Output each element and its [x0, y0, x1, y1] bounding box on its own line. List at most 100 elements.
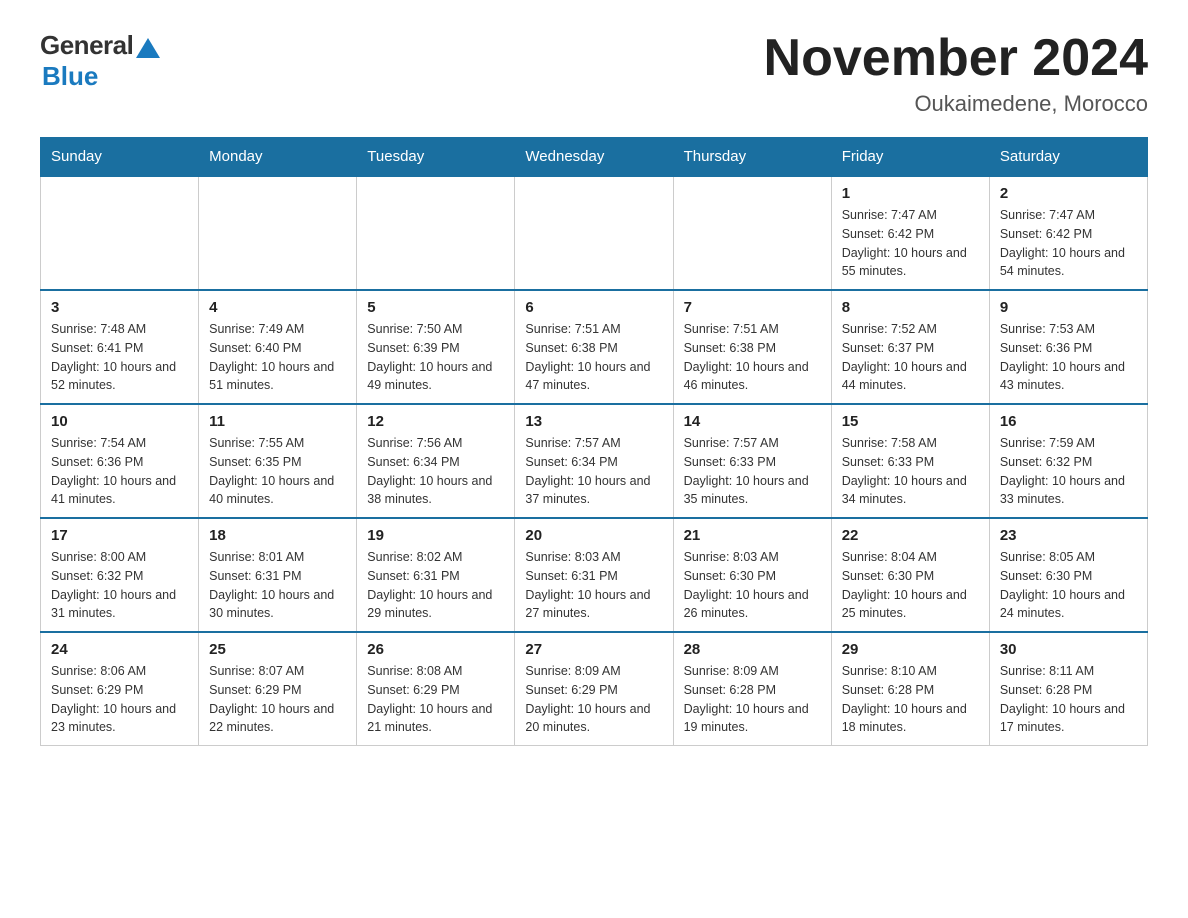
- month-title: November 2024: [764, 30, 1148, 87]
- calendar-cell: 2 Sunrise: 7:47 AMSunset: 6:42 PMDaylight…: [989, 176, 1147, 290]
- day-info: Sunrise: 7:50 AMSunset: 6:39 PMDaylight:…: [367, 320, 504, 395]
- calendar-cell: 30 Sunrise: 8:11 AMSunset: 6:28 PMDayligh…: [989, 632, 1147, 746]
- day-info: Sunrise: 8:03 AMSunset: 6:31 PMDaylight:…: [525, 548, 662, 623]
- day-number: 20: [525, 527, 662, 544]
- logo-general-text: General: [40, 30, 133, 61]
- weekday-header-wednesday: Wednesday: [515, 138, 673, 177]
- day-number: 11: [209, 413, 346, 430]
- day-number: 19: [367, 527, 504, 544]
- day-info: Sunrise: 8:04 AMSunset: 6:30 PMDaylight:…: [842, 548, 979, 623]
- logo-blue-text: Blue: [42, 61, 98, 92]
- calendar-cell: 20 Sunrise: 8:03 AMSunset: 6:31 PMDayligh…: [515, 518, 673, 632]
- day-number: 2: [1000, 185, 1137, 202]
- logo: General Blue: [40, 30, 160, 92]
- location-title: Oukaimedene, Morocco: [764, 91, 1148, 117]
- day-info: Sunrise: 8:00 AMSunset: 6:32 PMDaylight:…: [51, 548, 188, 623]
- day-info: Sunrise: 7:51 AMSunset: 6:38 PMDaylight:…: [525, 320, 662, 395]
- logo-triangle-icon: [136, 38, 160, 58]
- day-info: Sunrise: 7:48 AMSunset: 6:41 PMDaylight:…: [51, 320, 188, 395]
- week-row-1: 1 Sunrise: 7:47 AMSunset: 6:42 PMDaylight…: [41, 176, 1148, 290]
- day-info: Sunrise: 8:09 AMSunset: 6:28 PMDaylight:…: [684, 662, 821, 737]
- day-info: Sunrise: 8:10 AMSunset: 6:28 PMDaylight:…: [842, 662, 979, 737]
- day-number: 16: [1000, 413, 1137, 430]
- day-number: 10: [51, 413, 188, 430]
- calendar-cell: 9 Sunrise: 7:53 AMSunset: 6:36 PMDaylight…: [989, 290, 1147, 404]
- calendar-cell: [515, 176, 673, 290]
- calendar-cell: 28 Sunrise: 8:09 AMSunset: 6:28 PMDayligh…: [673, 632, 831, 746]
- day-info: Sunrise: 7:51 AMSunset: 6:38 PMDaylight:…: [684, 320, 821, 395]
- calendar-cell: 26Sunrise: 8:08 AMSunset: 6:29 PMDayligh…: [357, 632, 515, 746]
- day-info: Sunrise: 8:09 AMSunset: 6:29 PMDaylight:…: [525, 662, 662, 737]
- day-number: 23: [1000, 527, 1137, 544]
- weekday-header-saturday: Saturday: [989, 138, 1147, 177]
- week-row-3: 10Sunrise: 7:54 AMSunset: 6:36 PMDayligh…: [41, 404, 1148, 518]
- day-info: Sunrise: 7:57 AMSunset: 6:33 PMDaylight:…: [684, 434, 821, 509]
- day-info: Sunrise: 8:03 AMSunset: 6:30 PMDaylight:…: [684, 548, 821, 623]
- calendar-cell: 16Sunrise: 7:59 AMSunset: 6:32 PMDayligh…: [989, 404, 1147, 518]
- day-info: Sunrise: 7:55 AMSunset: 6:35 PMDaylight:…: [209, 434, 346, 509]
- calendar-cell: 7 Sunrise: 7:51 AMSunset: 6:38 PMDaylight…: [673, 290, 831, 404]
- day-number: 29: [842, 641, 979, 658]
- day-number: 4: [209, 299, 346, 316]
- title-area: November 2024 Oukaimedene, Morocco: [764, 30, 1148, 117]
- day-number: 25: [209, 641, 346, 658]
- week-row-2: 3 Sunrise: 7:48 AMSunset: 6:41 PMDaylight…: [41, 290, 1148, 404]
- calendar-cell: 11 Sunrise: 7:55 AMSunset: 6:35 PMDayligh…: [199, 404, 357, 518]
- day-info: Sunrise: 8:02 AMSunset: 6:31 PMDaylight:…: [367, 548, 504, 623]
- day-info: Sunrise: 8:11 AMSunset: 6:28 PMDaylight:…: [1000, 662, 1137, 737]
- day-number: 14: [684, 413, 821, 430]
- calendar-cell: [41, 176, 199, 290]
- calendar-cell: 12 Sunrise: 7:56 AMSunset: 6:34 PMDayligh…: [357, 404, 515, 518]
- day-number: 24: [51, 641, 188, 658]
- day-info: Sunrise: 7:58 AMSunset: 6:33 PMDaylight:…: [842, 434, 979, 509]
- calendar-cell: 10Sunrise: 7:54 AMSunset: 6:36 PMDayligh…: [41, 404, 199, 518]
- day-number: 12: [367, 413, 504, 430]
- calendar-cell: 19 Sunrise: 8:02 AMSunset: 6:31 PMDayligh…: [357, 518, 515, 632]
- day-number: 26: [367, 641, 504, 658]
- day-number: 17: [51, 527, 188, 544]
- day-number: 30: [1000, 641, 1137, 658]
- calendar-cell: 3 Sunrise: 7:48 AMSunset: 6:41 PMDaylight…: [41, 290, 199, 404]
- calendar-cell: [357, 176, 515, 290]
- day-number: 9: [1000, 299, 1137, 316]
- calendar-cell: 24 Sunrise: 8:06 AMSunset: 6:29 PMDayligh…: [41, 632, 199, 746]
- day-number: 18: [209, 527, 346, 544]
- weekday-header-thursday: Thursday: [673, 138, 831, 177]
- day-info: Sunrise: 8:06 AMSunset: 6:29 PMDaylight:…: [51, 662, 188, 737]
- day-number: 15: [842, 413, 979, 430]
- day-info: Sunrise: 7:47 AMSunset: 6:42 PMDaylight:…: [1000, 206, 1137, 281]
- day-info: Sunrise: 8:05 AMSunset: 6:30 PMDaylight:…: [1000, 548, 1137, 623]
- calendar-cell: 25Sunrise: 8:07 AMSunset: 6:29 PMDayligh…: [199, 632, 357, 746]
- day-number: 5: [367, 299, 504, 316]
- day-info: Sunrise: 7:57 AMSunset: 6:34 PMDaylight:…: [525, 434, 662, 509]
- day-number: 3: [51, 299, 188, 316]
- day-number: 13: [525, 413, 662, 430]
- calendar-cell: 22 Sunrise: 8:04 AMSunset: 6:30 PMDayligh…: [831, 518, 989, 632]
- calendar-cell: 27 Sunrise: 8:09 AMSunset: 6:29 PMDayligh…: [515, 632, 673, 746]
- calendar-table: SundayMondayTuesdayWednesdayThursdayFrid…: [40, 137, 1148, 746]
- calendar-cell: 15 Sunrise: 7:58 AMSunset: 6:33 PMDayligh…: [831, 404, 989, 518]
- calendar-cell: 5 Sunrise: 7:50 AMSunset: 6:39 PMDaylight…: [357, 290, 515, 404]
- day-number: 1: [842, 185, 979, 202]
- page-header: General Blue November 2024 Oukaimedene, …: [40, 30, 1148, 117]
- week-row-4: 17 Sunrise: 8:00 AMSunset: 6:32 PMDayligh…: [41, 518, 1148, 632]
- day-info: Sunrise: 8:01 AMSunset: 6:31 PMDaylight:…: [209, 548, 346, 623]
- calendar-cell: 1 Sunrise: 7:47 AMSunset: 6:42 PMDaylight…: [831, 176, 989, 290]
- weekday-header-tuesday: Tuesday: [357, 138, 515, 177]
- weekday-header-monday: Monday: [199, 138, 357, 177]
- weekday-header-row: SundayMondayTuesdayWednesdayThursdayFrid…: [41, 138, 1148, 177]
- weekday-header-sunday: Sunday: [41, 138, 199, 177]
- day-number: 28: [684, 641, 821, 658]
- day-number: 7: [684, 299, 821, 316]
- day-number: 27: [525, 641, 662, 658]
- day-number: 8: [842, 299, 979, 316]
- day-info: Sunrise: 7:53 AMSunset: 6:36 PMDaylight:…: [1000, 320, 1137, 395]
- day-info: Sunrise: 7:47 AMSunset: 6:42 PMDaylight:…: [842, 206, 979, 281]
- day-info: Sunrise: 7:52 AMSunset: 6:37 PMDaylight:…: [842, 320, 979, 395]
- calendar-cell: 21Sunrise: 8:03 AMSunset: 6:30 PMDayligh…: [673, 518, 831, 632]
- weekday-header-friday: Friday: [831, 138, 989, 177]
- day-number: 22: [842, 527, 979, 544]
- calendar-cell: [199, 176, 357, 290]
- calendar-cell: 23 Sunrise: 8:05 AMSunset: 6:30 PMDayligh…: [989, 518, 1147, 632]
- day-info: Sunrise: 7:56 AMSunset: 6:34 PMDaylight:…: [367, 434, 504, 509]
